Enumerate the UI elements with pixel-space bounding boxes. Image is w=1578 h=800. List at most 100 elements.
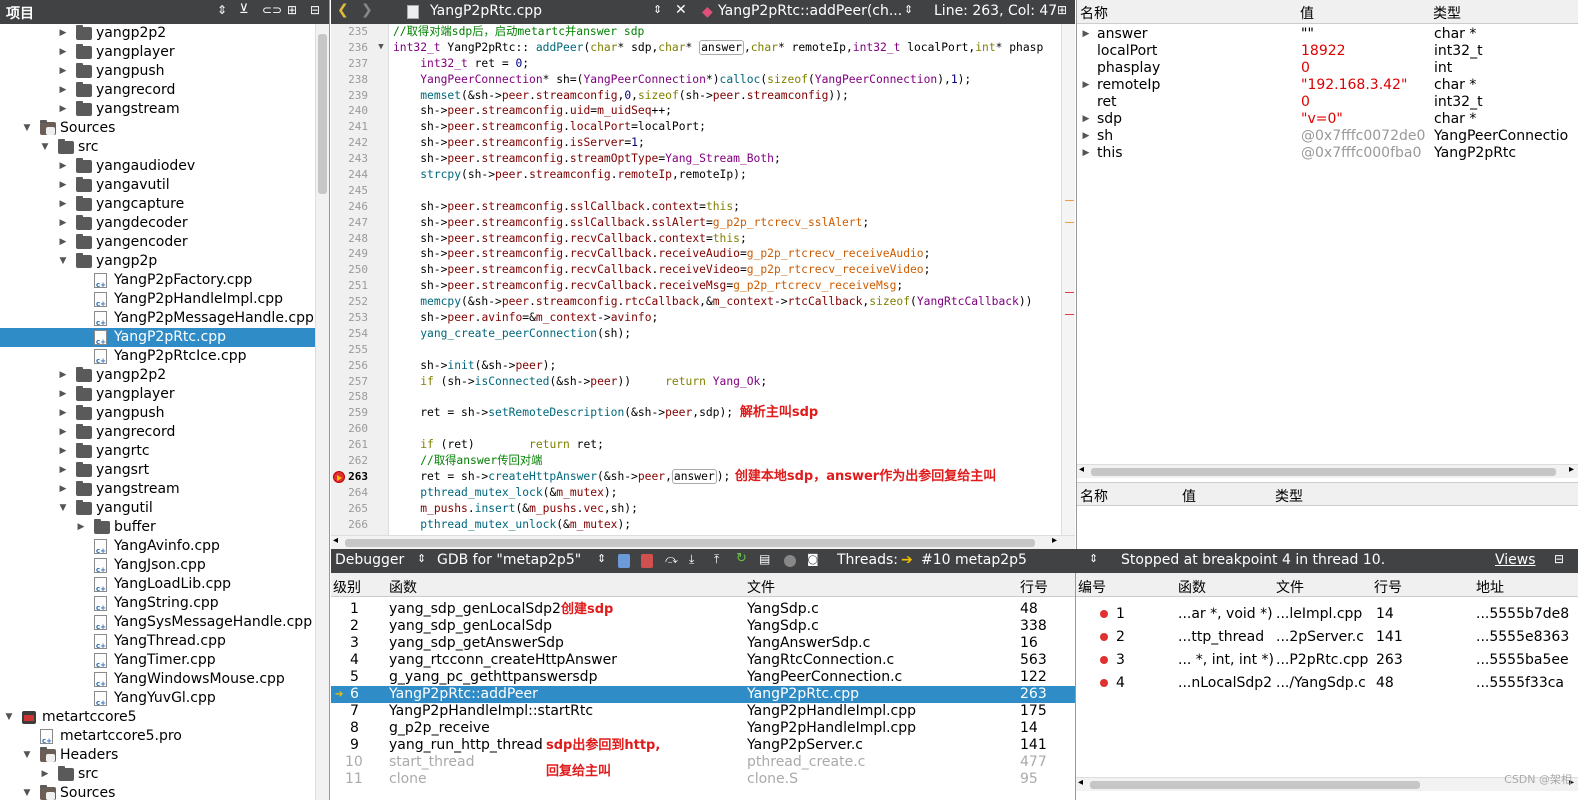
tree-item[interactable]: YangP2pRtcIce.cpp (0, 347, 315, 371)
fold-arrow-icon[interactable]: ▼ (376, 40, 386, 56)
stop-icon[interactable] (641, 554, 653, 568)
editor-hscrollbar[interactable]: ◂ ▸ (331, 535, 1075, 549)
line-number[interactable]: 249 (331, 246, 388, 262)
line-number[interactable]: 251 (331, 278, 388, 294)
locals-row[interactable]: localPort 18922 int32_t (1077, 43, 1578, 60)
watch-col-value[interactable]: 值 (1182, 486, 1196, 506)
stack-frame-row[interactable]: 8 g_p2p_receive YangP2pHandleImpl.cpp 14 (331, 720, 1075, 737)
code-area[interactable]: //取得对端sdp后，启动metartc并answer sdp int32_t Y… (391, 24, 1061, 535)
line-number[interactable]: 257 (331, 374, 388, 390)
tree-item[interactable]: YangLoadLib.cpp (0, 575, 315, 599)
tree-item[interactable]: ▼ yangutil (0, 499, 315, 518)
expand-arrow-right-icon[interactable]: ▶ (1081, 26, 1091, 43)
expand-arrow-right-icon[interactable]: ▶ (58, 366, 68, 385)
tree-item[interactable]: ▶ yangdecoder (0, 214, 315, 233)
tree-item[interactable]: ▶ yangstream (0, 480, 315, 499)
expand-arrow-right-icon[interactable]: ▶ (58, 62, 68, 81)
line-number[interactable]: 250 (331, 262, 388, 278)
expand-arrow-right-icon[interactable]: ▶ (76, 518, 86, 537)
file-tab[interactable]: YangP2pRtc.cpp (430, 3, 542, 19)
breakpoint-marker-icon[interactable] (333, 470, 345, 483)
tree-item[interactable]: YangP2pFactory.cpp (0, 271, 315, 295)
expand-arrow-right-icon[interactable]: ▶ (58, 24, 68, 43)
tree-item[interactable]: metartccore5.pro (0, 727, 315, 751)
line-number[interactable]: 237 (331, 56, 388, 72)
tree-item[interactable]: ▶ yangplayer (0, 385, 315, 404)
stack-frame-row[interactable]: 2 yang_sdp_genLocalSdp YangSdp.c 338 (331, 618, 1075, 635)
step-over-icon[interactable]: ⤼ (665, 552, 678, 567)
forward-arrow-icon[interactable]: ❯ (361, 2, 373, 18)
locals-hscrollbar[interactable]: ◂ ▸ (1077, 464, 1578, 478)
tree-item[interactable]: ▶ yangrecord (0, 423, 315, 442)
close-panel-icon[interactable]: ⊟ (310, 3, 320, 17)
locals-row[interactable]: ▶ answer "" char * (1077, 26, 1578, 43)
tree-item[interactable]: ▼ metartccore5 (0, 708, 315, 727)
tree-item[interactable]: ▶ yangrtc (0, 442, 315, 461)
expand-arrow-right-icon[interactable]: ▶ (58, 100, 68, 119)
split-editor-icon[interactable]: ⊞ (1057, 3, 1067, 17)
line-number[interactable]: 264 (331, 485, 388, 501)
tree-item[interactable]: ▶ yangencoder (0, 233, 315, 252)
expand-arrow-right-icon[interactable]: ▶ (40, 765, 50, 784)
step-into-icon[interactable]: ⤓ (689, 552, 694, 567)
stack-frame-row[interactable]: 4 yang_rtcconn_createHttpAnswer YangRtcCon… (331, 652, 1075, 669)
expand-arrow-down-icon[interactable]: ▼ (4, 708, 14, 727)
link-icon[interactable]: ⊂⊃ (262, 3, 282, 17)
expand-arrow-down-icon[interactable]: ▼ (58, 252, 68, 271)
thread-dropdown-icon[interactable]: ⇕ (1089, 552, 1098, 565)
symbol-dropdown-icon[interactable]: ⇕ (904, 3, 913, 16)
line-number[interactable]: 245 (331, 183, 388, 199)
tree-item[interactable]: ▶ yangaudiodev (0, 157, 315, 176)
line-number[interactable]: 246 (331, 199, 388, 215)
line-number[interactable]: 254 (331, 326, 388, 342)
cursor-position[interactable]: Line: 263, Col: 47 (934, 3, 1057, 19)
line-number[interactable]: 255 (331, 342, 388, 358)
tree-item[interactable]: YangP2pMessageHandle.cpp (0, 309, 315, 333)
expand-arrow-right-icon[interactable]: ▶ (58, 81, 68, 100)
line-number[interactable]: 236 ▼ (331, 40, 388, 56)
stack-frame-row[interactable]: ➔ 6 YangP2pRtc::addPeer YangP2pRtc.cpp 263 (331, 686, 1075, 703)
tree-item[interactable]: YangTimer.cpp (0, 651, 315, 675)
bp-col-line[interactable]: 行号 (1374, 577, 1402, 597)
tree-item[interactable]: YangSysMessageHandle.cpp (0, 613, 315, 637)
thread-selector[interactable]: #10 metap2p5 (921, 552, 1027, 568)
line-number[interactable]: 240 (331, 103, 388, 119)
back-arrow-icon[interactable]: ❮ (337, 2, 349, 18)
views-menu[interactable]: Views (1495, 552, 1536, 568)
screenshot-icon[interactable]: ◙ (807, 552, 819, 566)
breakpoint-row[interactable]: 2 ...ttp_thread ...2pServer.c 141 ...5555e83… (1076, 626, 1578, 649)
file-dropdown-icon[interactable]: ⇕ (653, 3, 662, 16)
line-number[interactable]: 265 (331, 501, 388, 517)
bp-col-function[interactable]: 函数 (1178, 577, 1206, 597)
tree-item[interactable]: ▶ yangsrt (0, 461, 315, 480)
tree-item[interactable]: ▶ yangp2p2 (0, 366, 315, 385)
expand-arrow-right-icon[interactable]: ▶ (58, 43, 68, 62)
tree-item[interactable]: YangYuvGl.cpp (0, 689, 315, 713)
stack-col-level[interactable]: 级别 (333, 577, 361, 597)
tree-item[interactable]: ▼ Sources (0, 784, 315, 800)
engine-selector[interactable]: GDB for "metap2p5" (437, 552, 581, 568)
stack-col-function[interactable]: 函数 (389, 577, 417, 597)
stack-frame-row[interactable]: 3 yang_sdp_getAnswerSdp YangAnswerSdp.c 16 (331, 635, 1075, 652)
locals-row[interactable]: ▶ sdp "v=0" char * (1077, 111, 1578, 128)
tree-item[interactable]: ▶ yangrecord (0, 81, 315, 100)
expand-arrow-right-icon[interactable]: ▶ (1081, 128, 1091, 145)
line-number[interactable]: 258 (331, 389, 388, 405)
expand-arrow-right-icon[interactable]: ▶ (58, 385, 68, 404)
breakpoints-hscrollbar[interactable]: ◂ ▸ (1076, 777, 1578, 791)
locals-row[interactable]: phasplay 0 int (1077, 60, 1578, 77)
expand-arrow-down-icon[interactable]: ▼ (22, 119, 32, 138)
record-icon[interactable] (784, 555, 796, 567)
breakpoint-row[interactable]: 4 ...nLocalSdp2 .../YangSdp.c 48 ...5555f33c… (1076, 672, 1578, 695)
expand-arrow-down-icon[interactable]: ▼ (40, 138, 50, 157)
views-split-icon[interactable]: ⊟ (1554, 552, 1564, 566)
line-number[interactable]: 244 (331, 167, 388, 183)
line-number[interactable]: 239 (331, 88, 388, 104)
locals-row[interactable]: ▶ this @0x7fffc000fba0 YangP2pRtc (1077, 145, 1578, 162)
tree-item[interactable]: ▶ yangcapture (0, 195, 315, 214)
tree-item[interactable]: YangWindowsMouse.cpp (0, 670, 315, 694)
stack-col-file[interactable]: 文件 (747, 577, 775, 597)
stack-frame-row[interactable]: 11 clone clone.S 95 (331, 771, 1075, 788)
line-number[interactable]: 243 (331, 151, 388, 167)
expand-arrow-down-icon[interactable]: ▼ (22, 746, 32, 765)
